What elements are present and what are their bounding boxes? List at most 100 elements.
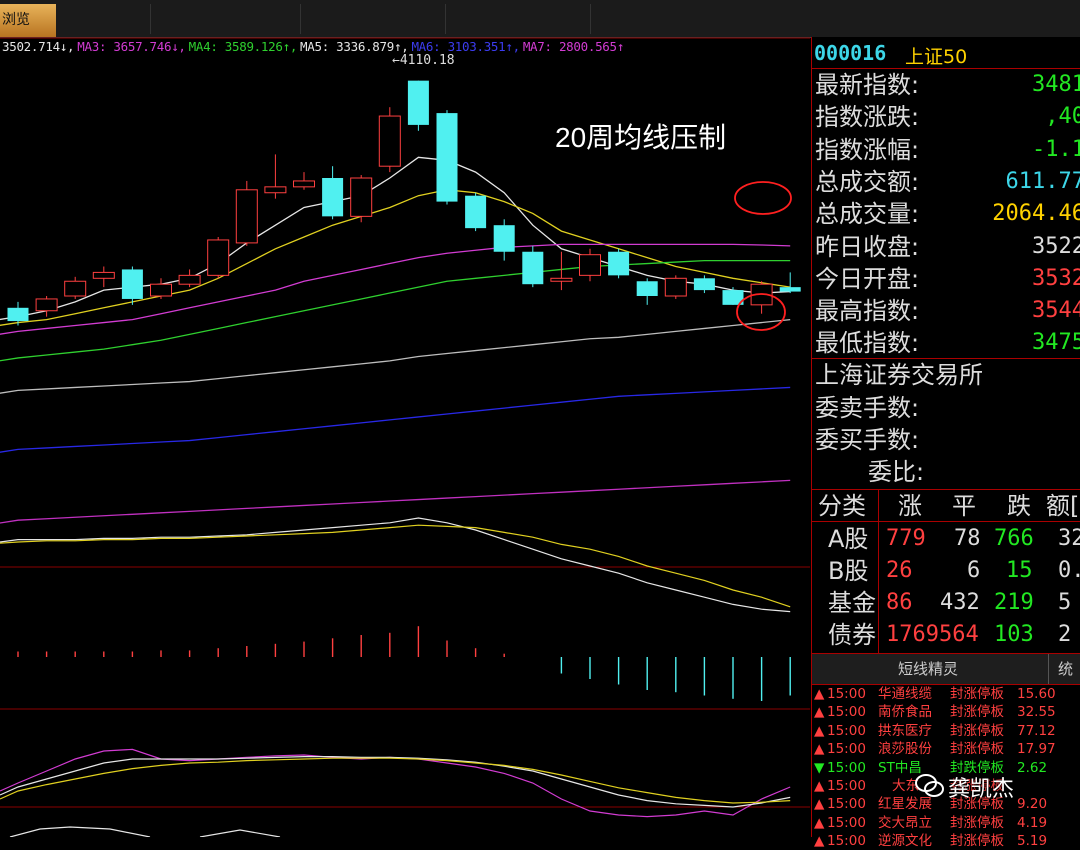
ma-line <box>0 156 791 321</box>
breadth-amount: 32 <box>1058 526 1080 551</box>
candle-body <box>264 186 287 194</box>
quote-value: 3532 <box>1032 265 1080 291</box>
kline-chart[interactable] <box>0 37 810 838</box>
quote-label: 指数涨跌: <box>815 103 920 132</box>
flash-event: 封涨停板 <box>950 704 1004 721</box>
tab-stats[interactable]: 统 <box>1048 654 1080 684</box>
breadth-down: 219 <box>994 590 1034 615</box>
candle-body <box>779 287 801 292</box>
candle-body <box>178 274 201 285</box>
flash-arrow: ▲ <box>814 686 825 702</box>
ma-legend-item: MA6: 3103.351↑, <box>411 39 520 54</box>
breadth-header: 分类 涨 平 跌额[ <box>812 490 1080 522</box>
flash-stock-name: 浪莎股份 <box>878 741 932 758</box>
ma-line <box>0 259 791 362</box>
flash-item[interactable]: ▲ 15:00 南侨食品 封涨停板 32.55 <box>814 703 1080 721</box>
exchange-name: 上海证券交易所 <box>815 361 983 389</box>
toolbar-divider <box>590 4 591 34</box>
candle-body <box>436 113 458 202</box>
flash-time: 15:00 <box>827 741 866 758</box>
kdj-line <box>0 757 791 804</box>
flash-item[interactable]: ▼ 15:00 ST中昌 封跌停板 2.62 <box>814 759 1080 777</box>
flash-item[interactable]: ▲ 15:00 红星发展 封涨停板 9.20 <box>814 795 1080 813</box>
flash-stock-name: 逆源文化 <box>878 833 932 850</box>
candle-body <box>150 283 172 297</box>
candle-body <box>664 277 687 297</box>
breadth-amount: 2 <box>1058 622 1072 647</box>
flash-stock-name: 拱东医疗 <box>878 722 932 739</box>
flash-price: 17.97 <box>1017 741 1056 758</box>
flash-item[interactable]: ▲ 15:00 拱东医疗 封涨停板 77.12 <box>814 722 1080 740</box>
flash-price: 9.20 <box>1017 796 1048 813</box>
flash-title[interactable]: 短线精灵 <box>898 658 958 679</box>
breadth-down: 766 <box>994 526 1034 551</box>
quote-row: 今日开盘: 3532 <box>815 263 1080 295</box>
candle-body <box>522 251 544 285</box>
breadth-header-cell: 额[ <box>1046 492 1080 520</box>
candle-body <box>493 225 515 252</box>
candle-body <box>293 180 315 188</box>
toolbar-divider <box>445 4 446 34</box>
annotation-circle <box>734 181 792 215</box>
breadth-flat: 78 <box>954 526 981 551</box>
flash-item[interactable]: ▲ 15:00 浪莎股份 封涨停板 17.97 <box>814 740 1080 758</box>
quote-label: 指数涨幅: <box>815 135 920 164</box>
flash-arrow: ▲ <box>814 704 825 721</box>
flash-price: 32.55 <box>1017 704 1056 721</box>
quote-row: 最低指数: 3475 <box>815 327 1080 359</box>
ma-legend: 3502.714↓, MA3: 3657.746↓, MA4: 3589.126↑,… <box>2 39 627 54</box>
breadth-row: B股 26 6 15 0.1 <box>812 555 1080 587</box>
ma-legend-item: MA3: 3657.746↓, <box>77 39 186 54</box>
flash-time: 15:00 <box>827 778 866 794</box>
macd-dif-line <box>0 517 791 613</box>
chart-annotation: 20周均线压制 <box>555 122 727 153</box>
breadth-flat: 432 <box>940 590 980 615</box>
breadth-row: 债券 1769564 103 2 <box>812 619 1080 651</box>
flash-time: 15:00 <box>827 796 866 813</box>
breadth-category: B股 <box>828 557 869 585</box>
quote-row: 委卖手数: <box>815 392 1080 424</box>
ma-line <box>0 386 791 453</box>
flash-arrow: ▲ <box>814 741 825 758</box>
candle-body <box>121 269 143 299</box>
quote-value: -1.1 <box>1032 136 1080 162</box>
flash-price: 5.19 <box>1017 833 1048 850</box>
flash-event: 封涨停板 <box>950 741 1004 758</box>
flash-price: 77.12 <box>1017 722 1056 739</box>
index-name: 上证50 <box>905 46 968 68</box>
quote-label: 昨日收盘: <box>815 232 920 261</box>
flash-time: 15:00 <box>827 722 866 739</box>
flash-time: 15:00 <box>827 704 866 721</box>
quote-panel: 000016 上证50 最新指数: 3481 指数涨跌: ,40 指数涨幅: -1.1 总成… <box>811 37 1080 849</box>
ma-line <box>0 479 791 524</box>
flash-item[interactable]: ▲ 15:00 大东 封涨停板 <box>814 777 1080 795</box>
breadth-up: 779 <box>886 526 926 551</box>
flash-arrow: ▲ <box>814 833 825 850</box>
quote-label: 委卖手数: <box>815 394 920 422</box>
quote-row: 指数涨跌: ,40 <box>815 101 1080 133</box>
breadth-row: A股 779 78 766 32 <box>812 523 1080 555</box>
quote-value: ,40 <box>1045 104 1080 130</box>
quote-label: 总成交量: <box>815 200 920 229</box>
ma-legend-item: 3502.714↓, <box>2 39 75 54</box>
ma-line <box>0 189 791 327</box>
quote-row: 昨日收盘: 3522 <box>815 231 1080 263</box>
quote-row: 总成交量: 2064.46 <box>815 198 1080 230</box>
quote-label: 委买手数: <box>815 426 920 454</box>
flash-item[interactable]: ▲ 15:00 逆源文化 封涨停板 5.19 <box>814 832 1080 850</box>
flash-item[interactable]: ▲ 15:00 交大昂立 封涨停板 4.19 <box>814 814 1080 832</box>
flash-item[interactable]: ▲ 15:00 华通线缆 封涨停板 15.60 <box>814 685 1080 703</box>
candle-body <box>693 278 715 291</box>
flash-arrow: ▼ <box>814 759 825 776</box>
flash-price: 15.60 <box>1017 686 1056 702</box>
breadth-category: 债券 <box>828 621 876 649</box>
flash-stock-name: 华通线缆 <box>878 686 932 702</box>
flash-stock-name: 南侨食品 <box>878 704 932 721</box>
breadth-header-cell: 平 <box>952 492 976 520</box>
candle-body <box>207 239 230 276</box>
breadth-down: 15 <box>1006 558 1033 583</box>
quote-value: 3481 <box>1032 72 1080 97</box>
tab-browse[interactable]: 浏览 <box>0 4 56 37</box>
flash-panel-header: 短线精灵 统 <box>812 653 1080 685</box>
quote-value: 3522 <box>1032 233 1080 259</box>
